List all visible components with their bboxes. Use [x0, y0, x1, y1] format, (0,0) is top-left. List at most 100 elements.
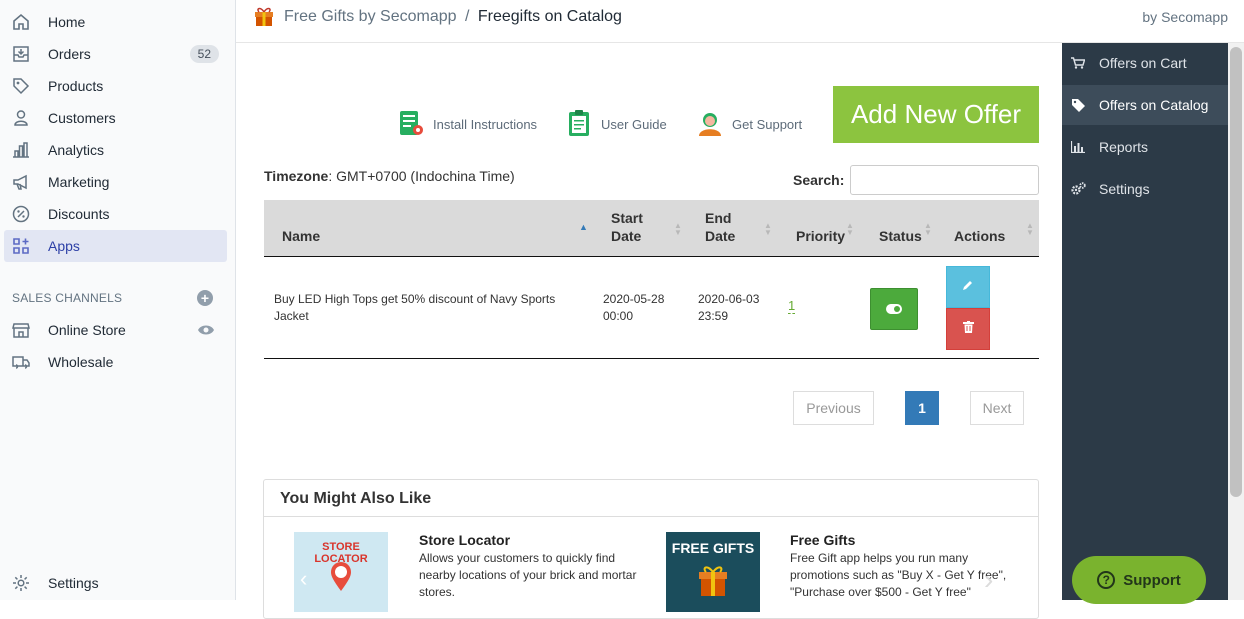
menu-item-label: Offers on Catalog [1099, 97, 1209, 113]
install-instructions-icon [397, 109, 425, 140]
user-guide-label: User Guide [601, 117, 667, 132]
sidebar-item-label: Marketing [48, 174, 110, 190]
carousel-next-icon[interactable]: › [984, 564, 993, 596]
page-title: Freegifts on Catalog [477, 8, 622, 25]
menu-item-offers-on-catalog[interactable]: Offers on Catalog [1062, 85, 1228, 125]
sort-asc-icon: ▲ [579, 222, 588, 232]
add-sales-channel-icon[interactable]: + [197, 290, 213, 306]
free-gifts-app-image[interactable]: FREE GIFTS [666, 532, 760, 612]
sidebar-item-online-store[interactable]: Online Store [4, 314, 227, 346]
sidebar-item-label: Wholesale [48, 354, 114, 370]
table-row: Buy LED High Tops get 50% discount of Na… [264, 258, 1039, 359]
report-icon [1070, 141, 1086, 153]
store-locator-app-image[interactable]: STORE LOCATOR ‹ [294, 532, 388, 612]
free-gifts-app-description: Free Gift app helps you run many promoti… [790, 551, 1007, 599]
menu-item-settings[interactable]: Settings [1062, 169, 1228, 209]
carousel-prev-icon[interactable]: ‹ [300, 566, 307, 592]
app-menu-panel: Offers on Cart Offers on Catalog Reports… [1062, 43, 1228, 600]
column-name[interactable]: Name [282, 227, 320, 245]
sort-icon: ▲ ▼ [846, 221, 854, 237]
support-agent-icon [696, 109, 724, 140]
gift-logo-icon [253, 5, 275, 32]
developer-credit: by Secomapp [1142, 9, 1228, 25]
offers-table-header: Name ▲ Start Date ▲ ▼ End Date ▲ ▼ Priorit… [264, 200, 1039, 257]
column-start-date[interactable]: Start Date [611, 209, 651, 245]
search-input[interactable] [850, 165, 1039, 195]
admin-sidebar: Home Orders 52 Products Customers Analyt… [0, 0, 236, 600]
offer-start-date: 2020-05-28 00:00 [603, 292, 665, 323]
install-instructions-label: Install Instructions [433, 117, 538, 132]
trash-icon [962, 320, 974, 338]
sidebar-item-label: Home [48, 14, 86, 30]
delete-offer-button[interactable] [946, 308, 990, 350]
breadcrumb: Free Gifts by Secomapp / Freegifts on Ca… [284, 8, 622, 26]
offer-name: Buy LED High Tops get 50% discount of Na… [274, 292, 556, 323]
apps-icon [10, 235, 32, 257]
sidebar-item-products[interactable]: Products [4, 70, 227, 102]
sort-icon: ▲ ▼ [764, 221, 772, 237]
sidebar-item-apps[interactable]: Apps [4, 230, 227, 262]
pagination-previous-button[interactable]: Previous [793, 391, 874, 425]
person-icon [10, 107, 32, 129]
user-guide-link[interactable]: User Guide [565, 109, 667, 140]
megaphone-icon [10, 171, 32, 193]
column-actions[interactable]: Actions [954, 227, 1005, 245]
menu-item-reports[interactable]: Reports [1062, 127, 1228, 167]
sidebar-item-label: Customers [48, 110, 116, 126]
support-chat-button[interactable]: ? Support [1072, 556, 1206, 604]
toggle-on-icon [886, 304, 902, 314]
orders-count-badge: 52 [189, 45, 219, 63]
sidebar-item-label: Apps [48, 238, 80, 254]
main-content: Install Instructions User Guide Get Supp… [236, 43, 1062, 619]
sidebar-item-label: Orders [48, 46, 91, 62]
gear-icon [10, 572, 32, 594]
store-locator-app-title[interactable]: Store Locator [419, 532, 510, 548]
timezone-info: Timezone: GMT+0700 (Indochina Time) [264, 168, 515, 184]
free-gifts-image-text: FREE GIFTS [671, 540, 755, 556]
column-end-date[interactable]: End Date [705, 209, 745, 245]
sidebar-item-analytics[interactable]: Analytics [4, 134, 227, 166]
discount-icon [10, 203, 32, 225]
status-toggle-button[interactable] [870, 288, 918, 330]
sidebar-item-label: Online Store [48, 322, 126, 338]
get-support-link[interactable]: Get Support [696, 109, 802, 140]
get-support-label: Get Support [732, 117, 803, 132]
column-priority[interactable]: Priority [796, 227, 845, 245]
sidebar-item-label: Products [48, 78, 104, 94]
menu-item-offers-on-cart[interactable]: Offers on Cart [1062, 43, 1228, 83]
support-label: Support [1123, 571, 1181, 589]
sidebar-item-home[interactable]: Home [4, 6, 227, 38]
tag-icon [10, 75, 32, 97]
bar-chart-icon [10, 139, 32, 161]
column-status[interactable]: Status [879, 227, 922, 245]
view-eye-icon[interactable] [197, 324, 215, 336]
store-locator-app-description: Allows your customers to quickly find ne… [419, 551, 637, 599]
breadcrumb-app-link[interactable]: Free Gifts by Secomapp [284, 8, 457, 25]
sidebar-item-label: Analytics [48, 142, 105, 158]
offer-end-date: 2020-06-03 23:59 [698, 292, 760, 323]
sort-icon: ▲ ▼ [1026, 221, 1034, 237]
add-new-offer-button[interactable]: Add New Offer [833, 86, 1039, 143]
install-instructions-link[interactable]: Install Instructions [397, 109, 537, 140]
gift-box-icon [697, 562, 729, 601]
scrollbar-thumb[interactable] [1230, 47, 1242, 497]
sort-icon: ▲ ▼ [924, 221, 932, 237]
sidebar-item-wholesale[interactable]: Wholesale [4, 346, 227, 378]
sidebar-item-label: Discounts [48, 206, 110, 222]
edit-offer-button[interactable] [946, 266, 990, 308]
map-pin-icon [329, 562, 353, 597]
pagination-next-button[interactable]: Next [970, 391, 1024, 425]
recommended-apps-heading: You Might Also Like [264, 480, 1038, 517]
sidebar-item-orders[interactable]: Orders 52 [4, 38, 227, 70]
pagination-page-button[interactable]: 1 [905, 391, 939, 425]
timezone-value: : GMT+0700 (Indochina Time) [328, 168, 515, 184]
offer-priority-editable[interactable]: 1 [788, 299, 796, 314]
sidebar-item-marketing[interactable]: Marketing [4, 166, 227, 198]
free-gifts-app-title[interactable]: Free Gifts [790, 532, 855, 548]
clipboard-icon [565, 109, 593, 140]
sidebar-item-customers[interactable]: Customers [4, 102, 227, 134]
sidebar-item-discounts[interactable]: Discounts [4, 198, 227, 230]
menu-item-label: Settings [1099, 181, 1150, 197]
page-scrollbar[interactable] [1228, 43, 1244, 600]
sidebar-item-settings[interactable]: Settings [4, 567, 227, 599]
